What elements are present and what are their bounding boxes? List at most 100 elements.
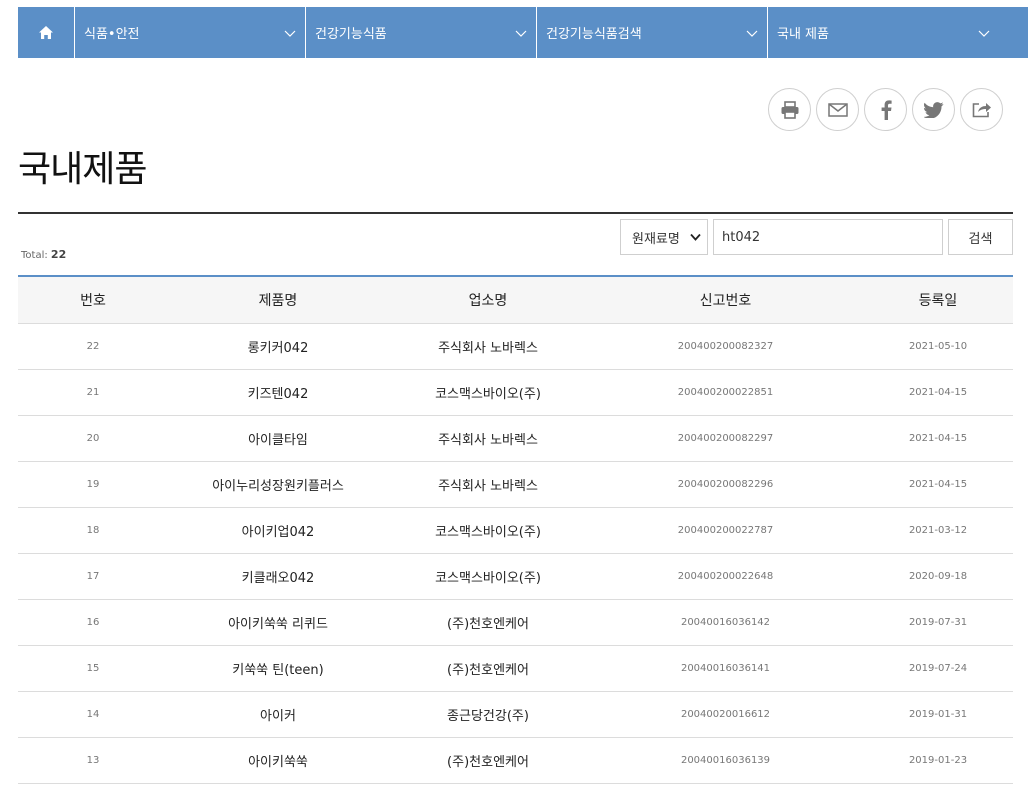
cell-product-name[interactable]: 키클래오042 [168,553,388,600]
cell-report-number: 20040016036139 [588,737,863,784]
cell-number: 20 [18,415,168,462]
home-button[interactable] [18,7,75,58]
cell-company: (주)천호엔케어 [388,737,588,784]
total-count: Total: 22 [21,248,66,261]
chevron-down-icon [746,30,758,37]
select-value: 원재료명 [632,231,680,247]
share-button[interactable] [960,88,1003,131]
nav-item-health-food-search[interactable]: 건강기능식품검색 [537,7,768,58]
top-nav: 식품•안전 건강기능식품 건강기능식품검색 국내 제품 [18,7,1028,58]
column-header-product-name: 제품명 [168,275,388,324]
print-button[interactable] [768,88,811,131]
cell-company: 종근당건강(주) [388,691,588,738]
nav-item-food-safety[interactable]: 식품•안전 [75,7,306,58]
page-title: 국내제품 [18,149,147,190]
nav-item-health-food[interactable]: 건강기능식품 [306,7,537,58]
cell-number: 17 [18,553,168,600]
search-query: ht042 [722,229,761,245]
cell-company: 주식회사 노바렉스 [388,461,588,508]
cell-product-name[interactable]: 키쑥쑥 틴(teen) [168,645,388,692]
cell-company: 주식회사 노바렉스 [388,415,588,462]
chevron-down-icon [284,30,296,37]
table-row[interactable]: 14 아이커 종근당건강(주) 20040020016612 2019-01-31 [18,691,1013,738]
nav-item-label: 건강기능식품검색 [546,27,642,42]
table-row[interactable]: 19 아이누리성장원키플러스 주식회사 노바렉스 200400200082296 202… [18,461,1013,508]
cell-company: 코스맥스바이오(주) [388,553,588,600]
table-row[interactable]: 20 아이클타임 주식회사 노바렉스 200400200082297 2021-04-1… [18,415,1013,462]
mail-icon [827,102,848,117]
nav-item-label: 식품•안전 [84,27,140,42]
column-header-report-number: 신고번호 [588,275,863,324]
column-header-company: 업소명 [388,275,588,324]
cell-company: 코스맥스바이오(주) [388,507,588,554]
cell-product-name[interactable]: 아이누리성장원키플러스 [168,461,388,508]
cell-product-name[interactable]: 아이커 [168,691,388,738]
cell-date: 2019-01-23 [863,737,1013,784]
facebook-icon [881,99,892,120]
cell-date: 2019-07-31 [863,599,1013,646]
cell-product-name[interactable]: 아이키업042 [168,507,388,554]
cell-report-number: 20040016036141 [588,645,863,692]
total-value: 22 [50,248,67,261]
table-header-row: 번호 제품명 업소명 신고번호 등록일 [18,275,1013,324]
cell-date: 2021-03-12 [863,507,1013,554]
nav-item-label: 건강기능식품 [315,27,387,42]
cell-product-name[interactable]: 아이클타임 [168,415,388,462]
column-header-date: 등록일 [863,275,1013,324]
table-row[interactable]: 22 롱키커042 주식회사 노바렉스 200400200082327 2021-05-… [18,323,1013,370]
cell-company: (주)천호엔케어 [388,599,588,646]
cell-company: 주식회사 노바렉스 [388,323,588,370]
cell-product-name[interactable]: 아이키쑥쑥 리퀴드 [168,599,388,646]
share-toolbar [768,88,1003,131]
cell-product-name[interactable]: 롱키커042 [168,323,388,370]
table-row[interactable]: 18 아이키업042 코스맥스바이오(주) 200400200022787 2021-0… [18,507,1013,554]
cell-date: 2021-04-15 [863,369,1013,416]
cell-report-number: 200400200082297 [588,415,863,462]
cell-date: 2021-04-15 [863,415,1013,462]
column-header-number: 번호 [18,275,168,324]
total-label: Total: [21,250,48,261]
search-input[interactable]: ht042 [713,219,943,255]
cell-date: 2021-04-15 [863,461,1013,508]
cell-date: 2020-09-18 [863,553,1013,600]
search-button-label: 검색 [968,231,993,247]
cell-report-number: 200400200022787 [588,507,863,554]
search-button[interactable]: 검색 [948,219,1013,255]
table-row[interactable]: 17 키클래오042 코스맥스바이오(주) 200400200022648 2020-0… [18,553,1013,600]
cell-report-number: 200400200082296 [588,461,863,508]
table-row[interactable]: 21 키즈텐042 코스맥스바이오(주) 200400200022851 2021-04… [18,369,1013,416]
cell-number: 22 [18,323,168,370]
cell-report-number: 20040016036142 [588,599,863,646]
product-table: 번호 제품명 업소명 신고번호 등록일 22 롱키커042 주식회사 노바렉스 200… [18,275,1013,784]
cell-date: 2019-07-24 [863,645,1013,692]
cell-report-number: 200400200082327 [588,323,863,370]
search-field-select[interactable]: 원재료명 [620,219,708,255]
twitter-icon [923,101,943,118]
cell-report-number: 200400200022648 [588,553,863,600]
cell-date: 2021-05-10 [863,323,1013,370]
cell-product-name[interactable]: 키즈텐042 [168,369,388,416]
email-button[interactable] [816,88,859,131]
facebook-button[interactable] [864,88,907,131]
cell-product-name[interactable]: 아이키쑥쑥 [168,737,388,784]
home-icon [39,26,53,39]
nav-item-label: 국내 제품 [777,27,829,42]
chevron-down-icon [515,30,527,37]
chevron-down-icon [978,30,990,37]
cell-number: 16 [18,599,168,646]
table-row[interactable]: 13 아이키쑥쑥 (주)천호엔케어 20040016036139 2019-01-23 [18,737,1013,784]
cell-number: 14 [18,691,168,738]
twitter-button[interactable] [912,88,955,131]
print-icon [781,100,798,119]
cell-number: 18 [18,507,168,554]
cell-number: 15 [18,645,168,692]
table-row[interactable]: 16 아이키쑥쑥 리퀴드 (주)천호엔케어 20040016036142 2019-07… [18,599,1013,646]
share-icon [972,103,991,118]
cell-date: 2019-01-31 [863,691,1013,738]
cell-company: (주)천호엔케어 [388,645,588,692]
chevron-down-icon [690,233,701,241]
cell-report-number: 20040020016612 [588,691,863,738]
cell-number: 13 [18,737,168,784]
table-row[interactable]: 15 키쑥쑥 틴(teen) (주)천호엔케어 20040016036141 2019-… [18,645,1013,692]
nav-item-domestic-products[interactable]: 국내 제품 [768,7,999,58]
